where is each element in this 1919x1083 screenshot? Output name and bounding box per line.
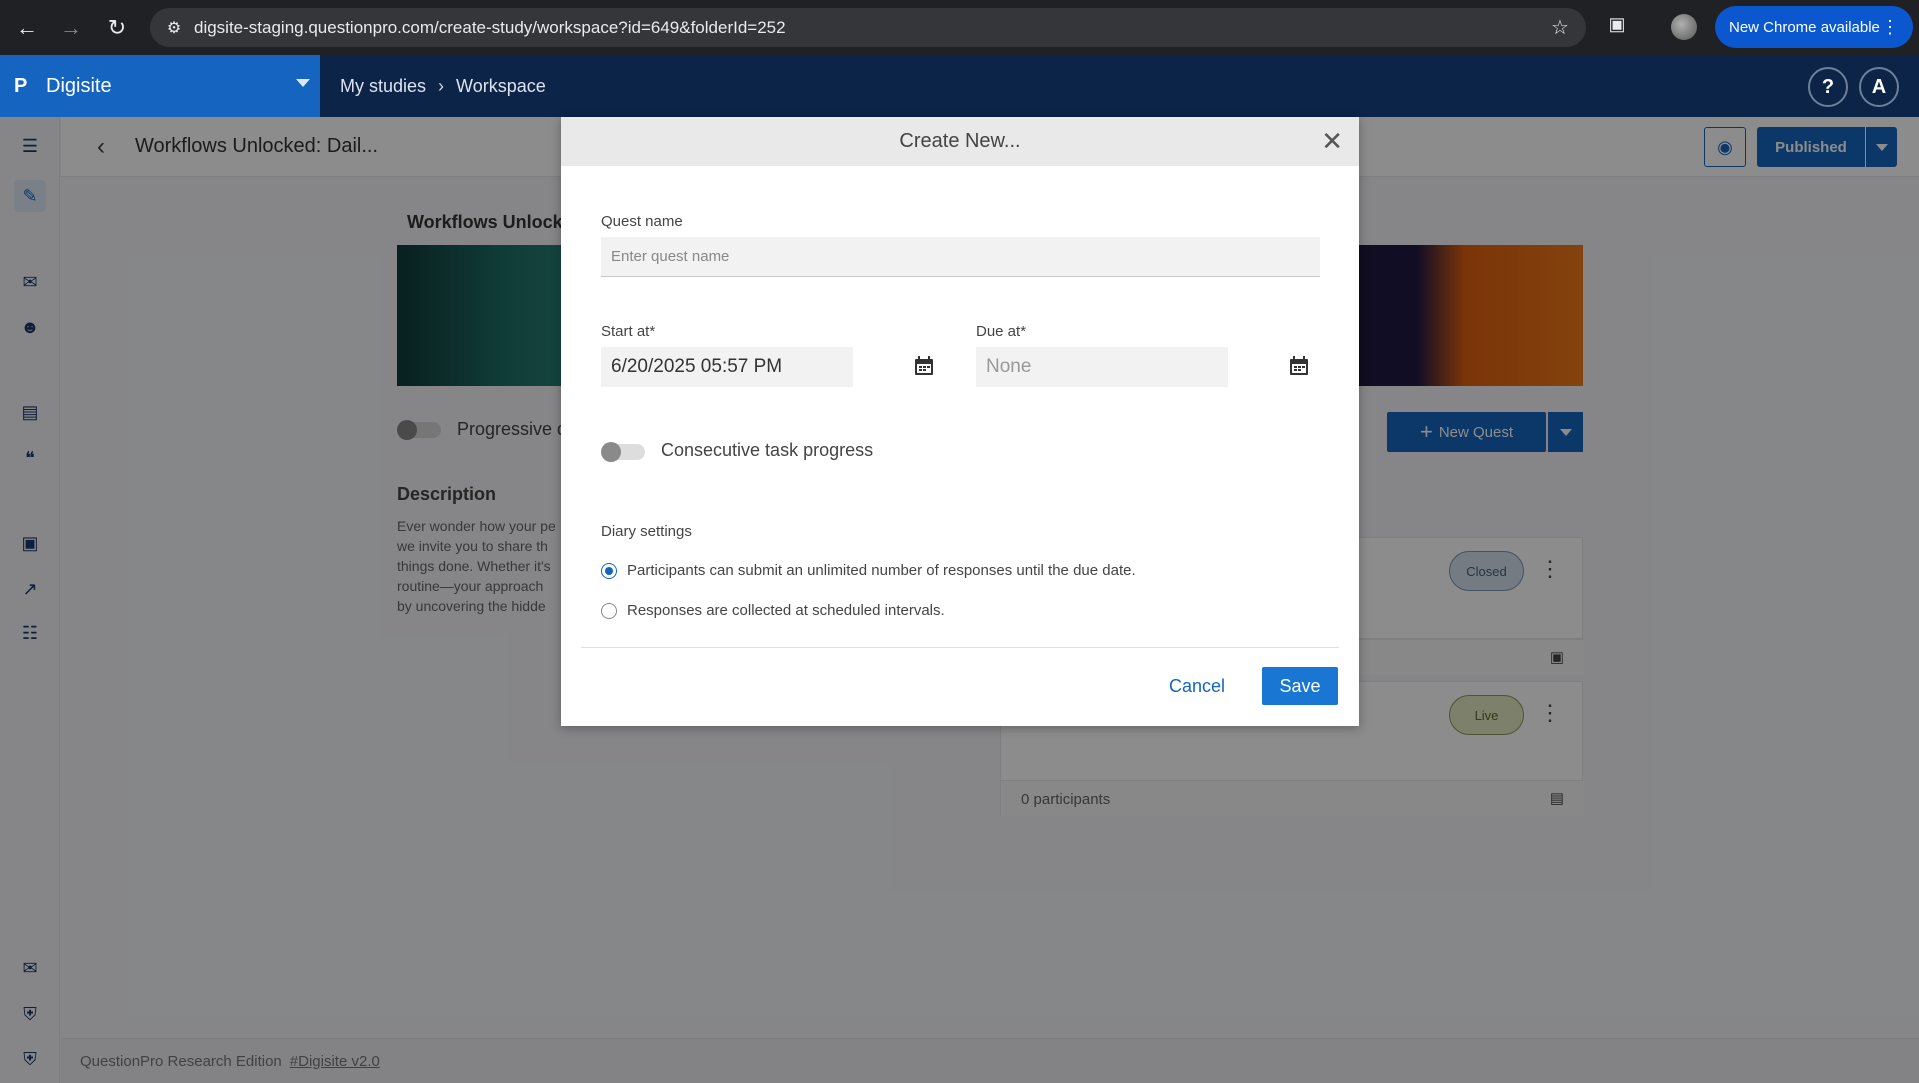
app-header: P Digisite My studies › Workspace ? A (0, 55, 1919, 117)
dialog-header: Create New... ✕ (561, 117, 1359, 166)
caret-down-icon (296, 79, 310, 87)
dialog-title: Create New... (899, 130, 1021, 152)
help-button[interactable]: ? (1808, 67, 1848, 107)
due-at-label: Due at* (976, 323, 1027, 340)
more-vert-icon: ⋮ (1881, 16, 1899, 37)
diary-unlimited-radio[interactable] (601, 563, 617, 579)
chrome-update-label: New Chrome available (1729, 18, 1880, 36)
diary-scheduled-radio[interactable] (601, 603, 617, 619)
diary-scheduled-label[interactable]: Responses are collected at scheduled int… (627, 602, 945, 619)
consecutive-task-toggle[interactable] (601, 442, 645, 462)
user-avatar[interactable]: A (1859, 67, 1899, 107)
divider (581, 647, 1339, 648)
consecutive-task-label: Consecutive task progress (661, 440, 874, 460)
save-button[interactable]: Save (1262, 667, 1338, 705)
forward-arrow-icon[interactable]: → (49, 0, 93, 55)
create-quest-dialog: Create New... ✕ Quest name Start at* 6/2… (561, 117, 1359, 726)
breadcrumb-my-studies[interactable]: My studies (340, 76, 426, 97)
start-at-field[interactable]: 6/20/2025 05:57 PM (601, 347, 853, 387)
due-at-field[interactable]: None (976, 347, 1228, 387)
extensions-icon[interactable]: ▣ (1604, 14, 1630, 40)
bookmark-star-icon[interactable]: ☆ (1540, 15, 1580, 40)
brand-name: Digisite (46, 74, 112, 97)
back-arrow-icon[interactable]: ← (5, 0, 49, 55)
profile-avatar[interactable] (1671, 14, 1697, 40)
chrome-update-button[interactable]: New Chrome available ⋮ (1715, 6, 1913, 48)
quest-name-label: Quest name (601, 213, 683, 230)
diary-unlimited-label[interactable]: Participants can submit an unlimited num… (627, 562, 1136, 579)
address-bar[interactable]: ⚙ digsite-staging.questionpro.com/create… (150, 8, 1586, 47)
site-info-icon[interactable]: ⚙ (154, 18, 194, 38)
close-icon[interactable]: ✕ (1321, 126, 1343, 157)
questionpro-logo-icon: P (14, 74, 28, 97)
brand-switcher[interactable]: P Digisite (0, 55, 320, 117)
diary-settings-heading: Diary settings (601, 523, 692, 540)
cancel-button[interactable]: Cancel (1169, 676, 1225, 697)
quest-name-input[interactable] (601, 237, 1320, 277)
url-text[interactable]: digsite-staging.questionpro.com/create-s… (194, 18, 1540, 38)
breadcrumb-workspace[interactable]: Workspace (456, 76, 546, 97)
reload-icon[interactable]: ↻ (95, 0, 139, 55)
calendar-icon[interactable] (1288, 355, 1310, 377)
breadcrumb: My studies › Workspace (340, 55, 546, 117)
browser-toolbar: ← → ↻ ⚙ digsite-staging.questionpro.com/… (0, 0, 1919, 55)
chevron-right-icon: › (438, 75, 445, 96)
toggle-knob (601, 442, 621, 462)
start-at-label: Start at* (601, 323, 656, 340)
calendar-icon[interactable] (913, 355, 935, 377)
